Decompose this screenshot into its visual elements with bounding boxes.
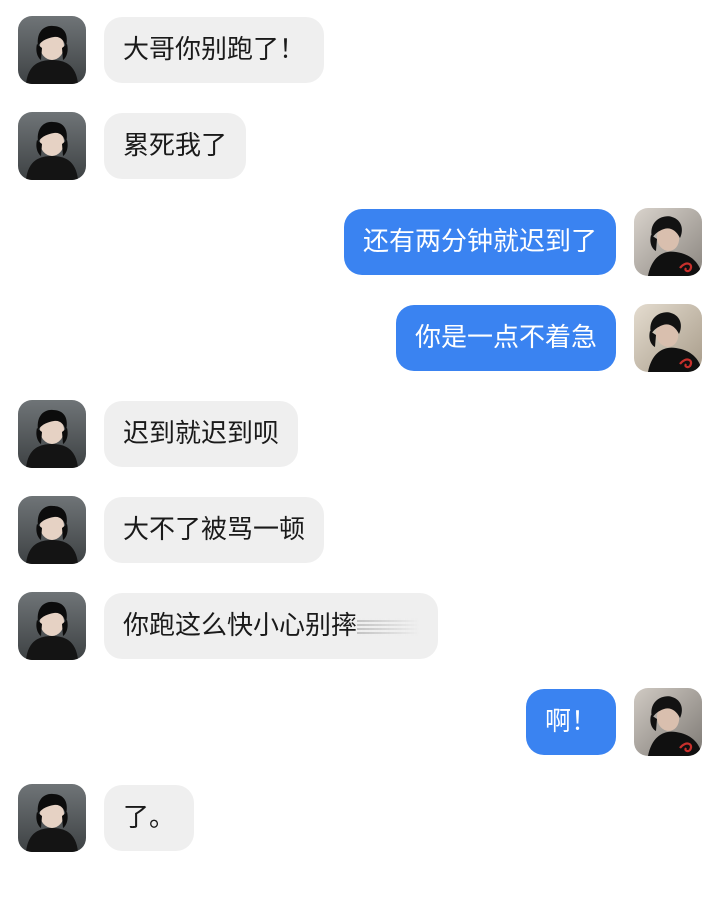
message-row: 累死我了 [0, 112, 720, 180]
message-text: 你跑这么快小心别摔 [123, 611, 358, 641]
message-row: 你跑这么快小心别摔 [0, 592, 720, 660]
contact-avatar-icon[interactable] [18, 784, 86, 852]
incoming-message-bubble[interactable]: 你跑这么快小心别摔 [104, 593, 439, 659]
message-row: 大哥你别跑了！ [0, 16, 720, 84]
message-row: 还有两分钟就迟到了 [0, 208, 720, 276]
incoming-message-bubble[interactable]: 大不了被骂一顿 [104, 497, 325, 563]
message-row: 了。 [0, 784, 720, 852]
incoming-message-bubble[interactable]: 大哥你别跑了！ [104, 17, 325, 83]
contact-avatar-icon[interactable] [18, 400, 86, 468]
contact-avatar-icon[interactable] [18, 112, 86, 180]
outgoing-message-bubble[interactable]: 还有两分钟就迟到了 [343, 209, 616, 275]
message-row: 你是一点不着急 [0, 304, 720, 372]
self-avatar-icon[interactable] [634, 208, 702, 276]
incoming-message-bubble[interactable]: 了。 [104, 785, 195, 851]
contact-avatar-icon[interactable] [18, 16, 86, 84]
self-avatar-icon[interactable] [634, 304, 702, 372]
contact-avatar-icon[interactable] [18, 496, 86, 564]
self-avatar-icon[interactable] [634, 688, 702, 756]
message-row: 啊！ [0, 688, 720, 756]
outgoing-message-bubble[interactable]: 你是一点不着急 [395, 305, 616, 371]
motion-streak [357, 617, 420, 636]
chat-thread: 大哥你别跑了！ 累死我了 还有两分钟就迟到了 你是一点不着急 迟到就迟到呗 大不… [0, 0, 720, 910]
incoming-message-bubble[interactable]: 累死我了 [104, 113, 247, 179]
outgoing-message-bubble[interactable]: 啊！ [525, 689, 616, 755]
incoming-message-bubble[interactable]: 迟到就迟到呗 [104, 401, 299, 467]
contact-avatar-icon[interactable] [18, 592, 86, 660]
message-row: 迟到就迟到呗 [0, 400, 720, 468]
message-row: 大不了被骂一顿 [0, 496, 720, 564]
